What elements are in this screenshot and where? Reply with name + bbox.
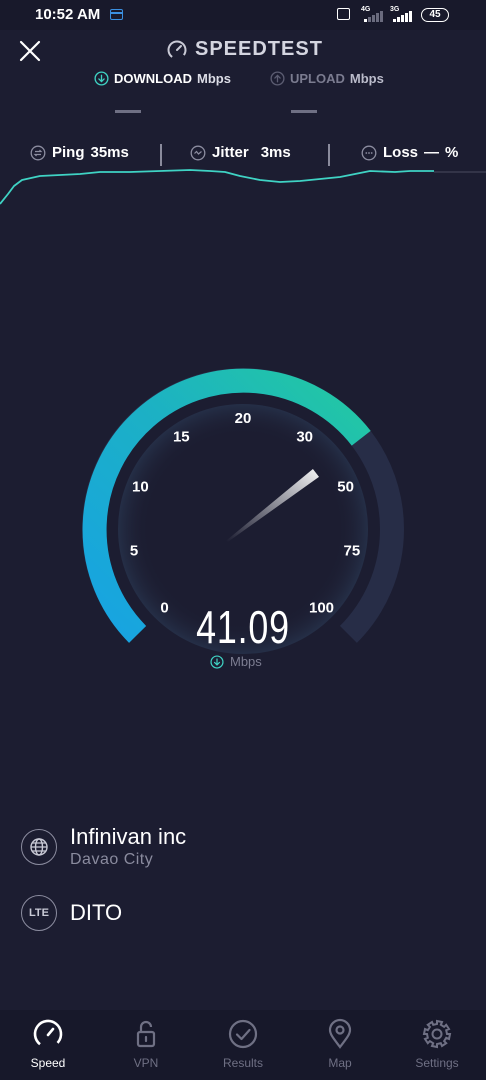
download-unit: Mbps	[197, 70, 231, 86]
gauge-tick-label: 30	[296, 429, 313, 446]
download-label: DOWNLOAD	[114, 70, 192, 86]
jitter-value: 3ms	[260, 144, 291, 161]
unlock-icon	[136, 1020, 156, 1048]
ping-icon	[30, 145, 46, 160]
isp-location: Davao City	[70, 851, 154, 868]
page-title: SPEEDTEST	[195, 38, 323, 60]
download-arrow-icon	[94, 70, 109, 86]
map-pin-icon	[328, 1018, 352, 1049]
tab-upload[interactable]: UPLOAD Mbps	[270, 68, 384, 88]
loss-label: Loss	[383, 144, 419, 161]
calendar-notification-icon	[110, 9, 123, 20]
gauge-tick-label: 5	[130, 543, 138, 560]
ping-label: Ping	[52, 144, 85, 161]
nav-vpn[interactable]: VPN	[106, 1018, 186, 1070]
gear-icon	[422, 1019, 452, 1049]
jitter-stat: Jitter 3ms	[190, 144, 291, 161]
download-result-placeholder	[115, 110, 141, 113]
isp-globe-icon	[21, 829, 57, 865]
upload-result-placeholder	[291, 110, 317, 113]
ping-value: 35ms	[90, 144, 129, 161]
jitter-label: Jitter	[212, 144, 249, 161]
loss-unit: %	[445, 144, 459, 161]
nav-results-label: Results	[222, 1056, 263, 1070]
sim1-signal-icon	[364, 10, 383, 22]
carrier-name: DITO	[70, 900, 123, 925]
nav-map-label: Map	[328, 1056, 352, 1070]
carrier-lte-icon: LTE	[21, 895, 57, 931]
nav-results[interactable]: Results	[203, 1018, 283, 1070]
download-arrow-icon	[210, 654, 224, 669]
loss-value: —	[424, 144, 440, 161]
loss-stat: Loss — %	[361, 144, 458, 161]
gauge-tick-label: 20	[235, 410, 252, 427]
nav-speed[interactable]: Speed	[8, 1018, 88, 1070]
nav-speed-label: Speed	[30, 1056, 66, 1070]
gauge-tick-label: 10	[132, 479, 149, 496]
speedtest-logo-icon	[167, 40, 187, 60]
speed-unit-label: Mbps	[210, 654, 262, 669]
loss-icon	[361, 145, 377, 160]
close-icon[interactable]	[18, 39, 42, 63]
ping-stat: Ping 35ms	[30, 144, 129, 161]
nav-map[interactable]: Map	[300, 1018, 380, 1070]
sim2-signal-icon	[393, 10, 412, 22]
speed-unit: Mbps	[230, 654, 262, 669]
upload-label: UPLOAD	[290, 70, 345, 86]
nav-vpn-label: VPN	[133, 1056, 159, 1070]
speed-value: 41.09	[196, 601, 290, 653]
gauge-tick-label: 75	[344, 543, 361, 560]
speed-gauge-icon	[33, 1019, 63, 1049]
upload-unit: Mbps	[349, 70, 384, 86]
speed-history-graph	[0, 169, 486, 205]
volte-icon	[337, 8, 350, 20]
battery-icon: 45	[421, 8, 449, 22]
carrier-badge: LTE	[29, 907, 49, 919]
nav-settings-label: Settings	[415, 1056, 459, 1070]
upload-arrow-icon	[270, 70, 285, 86]
gauge-tick-label: 50	[337, 479, 354, 496]
status-bar: 10:52 AM 4G 3G 45	[0, 0, 486, 30]
gauge-tick-label: 15	[173, 429, 190, 446]
bottom-nav: Speed VPN Results Map Settings	[0, 1010, 486, 1080]
checkmark-circle-icon	[228, 1019, 258, 1049]
tab-download[interactable]: DOWNLOAD Mbps	[94, 68, 231, 88]
isp-name: Infinivan inc	[70, 824, 187, 849]
nav-settings[interactable]: Settings	[397, 1018, 477, 1070]
status-time: 10:52 AM	[35, 6, 101, 23]
jitter-icon	[190, 145, 206, 160]
